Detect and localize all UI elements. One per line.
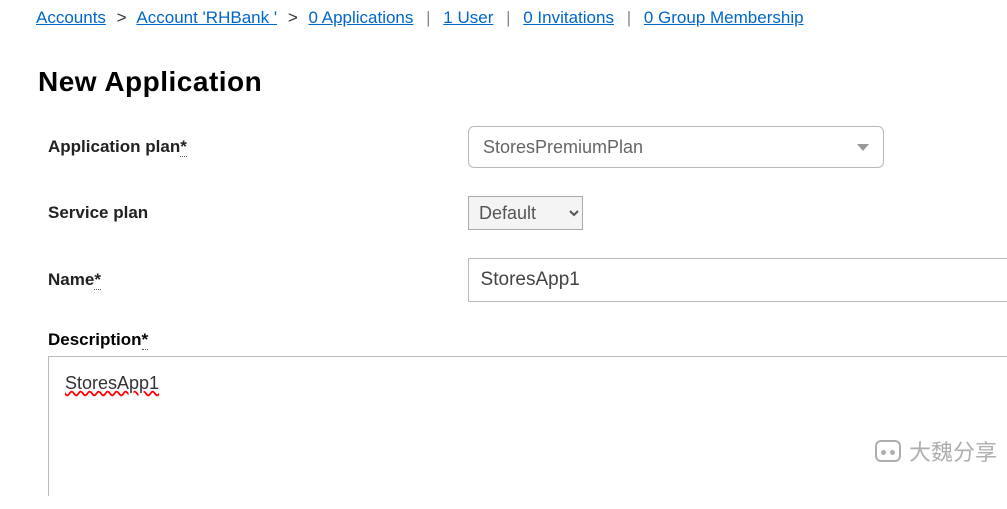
label-service-plan: Service plan — [48, 203, 468, 223]
service-plan-select[interactable]: Default — [468, 196, 583, 230]
name-input[interactable] — [468, 258, 1007, 302]
breadcrumb-pipe: | — [506, 8, 510, 27]
breadcrumb-sep: > — [288, 8, 298, 27]
required-mark: * — [94, 270, 101, 290]
breadcrumb-invitations[interactable]: 0 Invitations — [523, 8, 614, 27]
breadcrumb-user[interactable]: 1 User — [443, 8, 493, 27]
label-description: Description* — [48, 330, 1007, 350]
breadcrumb-sep: > — [117, 8, 127, 27]
page-title: New Application — [38, 66, 1007, 98]
label-name: Name* — [48, 270, 468, 290]
breadcrumb-account[interactable]: Account 'RHBank ' — [136, 8, 277, 27]
row-name: Name* — [48, 258, 1007, 302]
required-mark: * — [180, 137, 187, 157]
form: Application plan* StoresPremiumPlan Serv… — [48, 126, 1007, 500]
application-plan-select[interactable]: StoresPremiumPlan — [468, 126, 884, 168]
breadcrumb-groups[interactable]: 0 Group Membership — [644, 8, 804, 27]
label-application-plan: Application plan* — [48, 137, 468, 157]
chevron-down-icon — [857, 144, 869, 151]
application-plan-value: StoresPremiumPlan — [483, 137, 643, 158]
breadcrumb-applications[interactable]: 0 Applications — [308, 8, 413, 27]
breadcrumb-pipe: | — [426, 8, 430, 27]
breadcrumb: Accounts > Account 'RHBank ' > 0 Applica… — [0, 0, 1007, 28]
breadcrumb-accounts[interactable]: Accounts — [36, 8, 106, 27]
row-service-plan: Service plan Default — [48, 196, 1007, 230]
description-textarea[interactable]: StoresApp1 — [48, 356, 1007, 496]
required-mark: * — [142, 330, 149, 350]
breadcrumb-pipe: | — [627, 8, 631, 27]
row-application-plan: Application plan* StoresPremiumPlan — [48, 126, 1007, 168]
